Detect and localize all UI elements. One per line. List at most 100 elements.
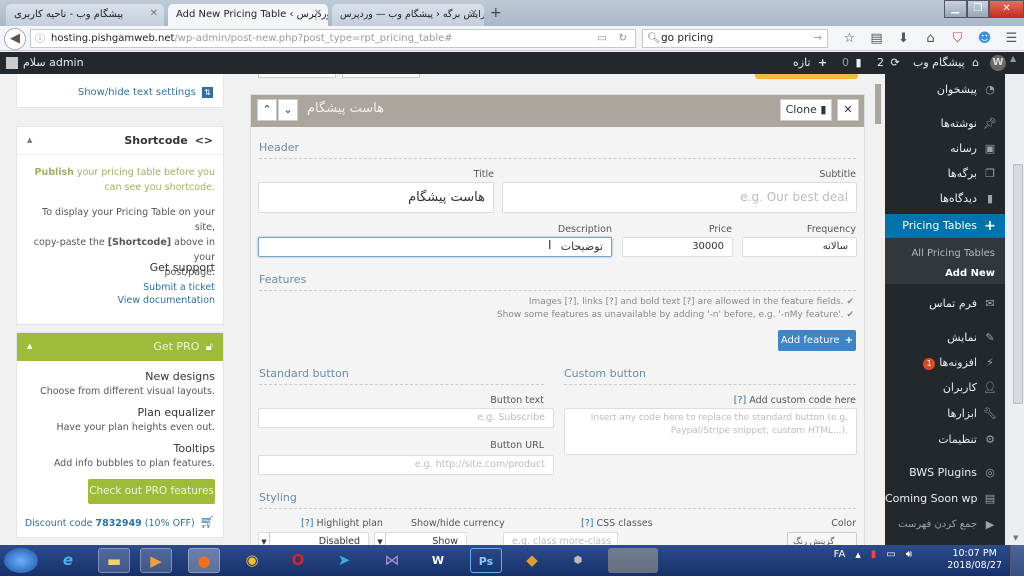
file-explorer-icon[interactable]: ▬ [98, 548, 130, 573]
tab-add-new-pricing-table[interactable]: Add New Pricing Table ‹ وردپرس ‹ وردپرس … [168, 4, 328, 26]
menu-item-bws-plugins[interactable]: BWS Plugins ◎ [885, 462, 1005, 484]
color-picker-button[interactable]: گزینش رنگ [787, 532, 857, 545]
css-classes-input[interactable]: e.g. class more-class [503, 532, 618, 545]
menu-item-appearance[interactable]: نمایش ✎ [885, 327, 1005, 349]
language-indicator[interactable]: FA [834, 549, 846, 560]
move-up-button[interactable]: ⌃ [257, 99, 277, 121]
show-desktop-button[interactable] [1010, 545, 1024, 576]
tab-edit-page[interactable]: ویرایش برگه ‹ پیشگام وب — وردپرس ✕ [332, 4, 484, 26]
chrome-icon[interactable]: ◉ [236, 548, 268, 573]
word-icon[interactable]: W [422, 548, 454, 573]
inner-scroll-thumb[interactable] [875, 84, 881, 124]
show-hidden-icons[interactable]: ▲ [855, 551, 860, 559]
plan-header-bar[interactable]: ⌃ ⌄ هاست پیشگام Clone ▮ ✕ [251, 95, 864, 127]
menu-collapse[interactable]: جمع کردن فهرست ▶ [885, 514, 1005, 536]
tab-user-area[interactable]: پیشگام وب - ناحیه کاربری ✕ [6, 4, 164, 26]
submenu-all-pricing-tables[interactable]: All Pricing Tables [885, 248, 1005, 259]
my-account[interactable]: سلام admin [6, 56, 84, 69]
clone-button[interactable]: Clone ▮ [780, 99, 832, 121]
opera-icon[interactable]: O [282, 548, 314, 573]
menu-item-contact-form[interactable]: فرم تماس ✉ [885, 293, 1005, 315]
close-window-button[interactable]: ✕ [989, 0, 1024, 18]
nox-icon[interactable]: ⬢ [562, 548, 594, 573]
maximize-button[interactable]: ❐ [966, 0, 990, 18]
telegram-icon[interactable]: ➤ [328, 548, 360, 573]
url-bar[interactable]: ⓘ hosting.pishgamweb.net/wp-admin/post-n… [30, 29, 636, 48]
reading-list-icon[interactable]: ▤ [863, 29, 890, 48]
close-tab-icon[interactable]: ✕ [314, 8, 322, 19]
move-down-button[interactable]: ⌄ [278, 99, 298, 121]
submit-ticket-link[interactable]: Submit a ticket [143, 282, 215, 293]
volume-icon[interactable]: 🔊︎ [906, 549, 912, 560]
site-name-menu[interactable]: پیشگام وب ⌂ [913, 56, 979, 69]
delete-plan-button[interactable]: ✕ [837, 99, 859, 121]
page-scrollbar[interactable]: ▼ [1005, 74, 1024, 545]
show-hide-text-settings-link[interactable]: Show/hide text settings ⇅ [78, 87, 213, 98]
add-feature-button[interactable]: Add feature + [778, 330, 856, 351]
menu-item-settings[interactable]: تنظیمات ⚙ [885, 429, 1005, 451]
new-content-menu[interactable]: تازه + [793, 56, 827, 69]
button-text-input[interactable]: e.g. Subscribe [258, 408, 554, 428]
description-input[interactable]: توضیحات [258, 237, 612, 257]
start-button[interactable] [4, 548, 38, 573]
wordpress-logo-icon[interactable]: W [990, 55, 1006, 71]
menu-item-users[interactable]: کاربران 👤︎ [885, 377, 1005, 399]
get-pro-header[interactable]: ▲ Get PRO 🔓︎ [17, 333, 223, 361]
download-icon[interactable]: ⬇ [890, 29, 917, 48]
minimize-button[interactable]: ▁ [944, 0, 967, 18]
menu-item-dashboard[interactable]: پیشخوان ◔ [885, 79, 1005, 101]
menu-item-pages[interactable]: برگه‌ها ❐ [885, 163, 1005, 185]
menu-item-posts[interactable]: نوشته‌ها 📌︎ [885, 113, 1005, 135]
close-tab-icon[interactable]: ✕ [150, 8, 158, 19]
info-icon[interactable]: ⓘ [35, 31, 45, 48]
visual-studio-icon[interactable]: ⋈ [376, 548, 408, 573]
menu-item-plugins[interactable]: 1 افزونه‌ها ⚡︎ [885, 352, 1005, 374]
home-icon[interactable]: ⌂ [917, 29, 944, 48]
scroll-down-arrow[interactable]: ▼ [1013, 534, 1018, 542]
photoshop-icon[interactable]: Ps [470, 548, 502, 573]
custom-code-textarea[interactable]: Insert any code here to replace the stan… [564, 408, 857, 455]
menu-item-pricing-tables[interactable]: Pricing Tables + [885, 214, 1005, 238]
menu-icon[interactable]: ☰ [998, 29, 1024, 48]
back-button[interactable]: ◀ [4, 28, 26, 50]
frequency-input[interactable]: سالانه [742, 237, 857, 257]
button-url-input[interactable]: e.g. http://site.com/product [258, 455, 554, 475]
menu-item-tools[interactable]: ابزارها 🔧︎ [885, 403, 1005, 425]
currency-select[interactable]: ▼ Show [374, 532, 467, 545]
help-link[interactable]: [?] [734, 395, 746, 406]
internet-explorer-icon[interactable]: e [52, 548, 84, 573]
scroll-up-arrow[interactable]: ▲ [1010, 54, 1016, 63]
firefox-icon[interactable]: ● [188, 548, 220, 573]
highlight-plan-select[interactable]: ▼ Disabled [258, 532, 369, 545]
account-icon[interactable]: ☻ [971, 29, 998, 48]
comments-menu[interactable]: 0 ▮ [842, 56, 862, 69]
new-tab-button[interactable]: + [490, 5, 502, 21]
subtitle-input[interactable]: e.g. Our best deal [502, 182, 857, 213]
menu-item-coming-soon[interactable]: Coming Soon wp ▤ [885, 488, 1005, 510]
scrollbar-thumb[interactable] [1013, 164, 1023, 404]
menu-item-media[interactable]: رسانه ▣ [885, 138, 1005, 160]
reader-view-icon[interactable]: ▭ [598, 30, 607, 47]
media-player-icon[interactable]: ▶ [140, 548, 172, 573]
star-icon[interactable]: ☆ [836, 29, 863, 48]
paint-icon[interactable]: ◆ [516, 548, 548, 573]
reload-icon[interactable]: ↻ [619, 30, 627, 47]
help-link[interactable]: [?] [581, 518, 593, 529]
taskbar-app-thumbnail[interactable] [608, 548, 658, 573]
collapse-toggle-icon[interactable]: ▲ [27, 342, 32, 350]
title-input[interactable]: هاست پیشگام [258, 182, 494, 213]
battery-icon[interactable]: ▮ [871, 549, 877, 560]
shortcode-box-header[interactable]: ▲ Shortcode <> [17, 127, 223, 155]
view-documentation-link[interactable]: View documentation [117, 295, 215, 306]
menu-item-comments[interactable]: دیدگاه‌ها ▮ [885, 188, 1005, 210]
close-tab-icon[interactable]: ✕ [470, 8, 478, 19]
search-input[interactable]: 🔍︎ go pricing → [642, 29, 828, 48]
price-input[interactable]: 30000 [622, 237, 733, 257]
updates-menu[interactable]: 2 ⟳ [877, 56, 900, 69]
network-icon[interactable]: ▭ [886, 549, 895, 560]
collapse-toggle-icon[interactable]: ▲ [27, 136, 32, 144]
submenu-add-new[interactable]: Add New [885, 268, 1005, 279]
pocket-icon[interactable]: ⛉ [944, 29, 971, 48]
help-link[interactable]: [?] [301, 518, 313, 529]
check-out-pro-button[interactable]: Check out PRO features [88, 479, 215, 504]
